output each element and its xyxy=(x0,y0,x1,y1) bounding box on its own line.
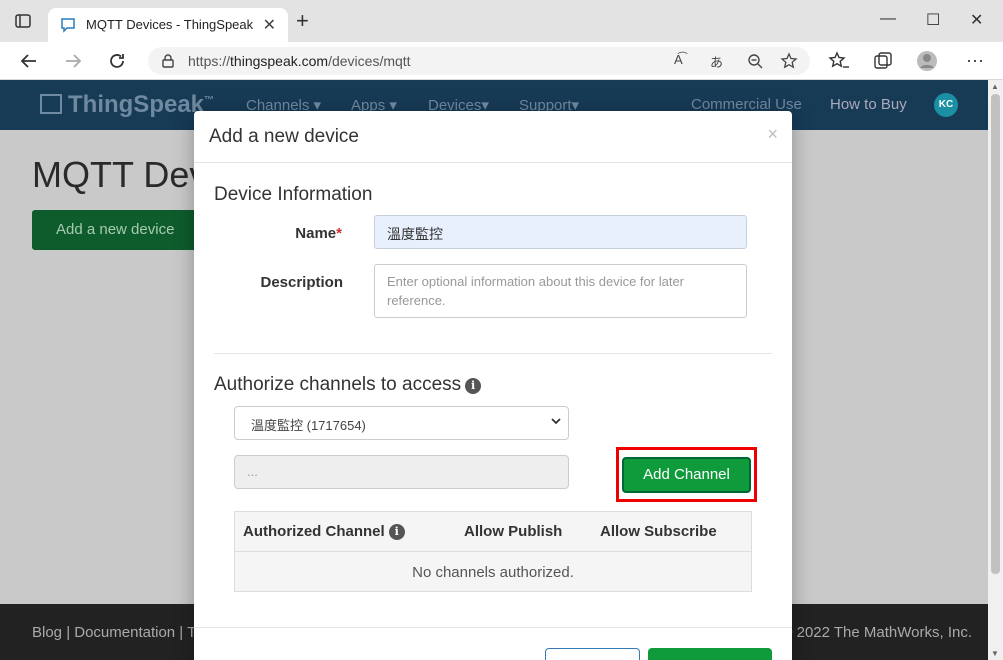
user-avatar[interactable]: KC xyxy=(934,93,958,117)
channel-readonly-input: ... xyxy=(234,455,569,489)
add-favorite-icon[interactable] xyxy=(780,52,798,70)
nav-how-to-buy[interactable]: How to Buy xyxy=(830,96,907,113)
close-icon[interactable]: × xyxy=(767,124,778,145)
add-new-device-button[interactable]: Add a new device xyxy=(32,210,202,250)
chevron-down-icon xyxy=(551,418,561,425)
th-allow-publish: Allow Publish xyxy=(464,523,563,540)
table-header-row: Authorized Channel i Allow Publish Allow … xyxy=(235,512,751,552)
lock-icon[interactable] xyxy=(160,53,176,69)
required-marker: * xyxy=(336,225,342,242)
url-text[interactable]: https://thingspeak.com/devices/mqtt xyxy=(188,53,411,69)
forward-icon[interactable] xyxy=(62,50,84,72)
minimize-icon[interactable]: — xyxy=(880,10,896,28)
add-channel-button[interactable]: Add Channel xyxy=(622,457,751,493)
browser-toolbar: https://thingspeak.com/devices/mqtt A͡ あ… xyxy=(0,42,1003,80)
device-name-input[interactable]: 溫度監控 xyxy=(374,215,747,249)
th-authorized-channel: Authorized Channel i xyxy=(243,523,405,540)
scroll-thumb[interactable] xyxy=(991,94,1000,574)
thingspeak-logo[interactable]: ThingSpeak™ xyxy=(40,91,214,119)
browser-tab-bar: MQTT Devices - ThingSpeak IoT ✕ + — ☐ ✕ xyxy=(0,0,1003,42)
more-menu-icon[interactable]: ··· xyxy=(966,50,988,72)
thingspeak-favicon-icon xyxy=(61,18,75,33)
description-textarea[interactable]: Enter optional information about this de… xyxy=(374,264,747,318)
tab-close-icon[interactable]: ✕ xyxy=(263,15,276,35)
close-window-icon[interactable]: ✕ xyxy=(970,10,983,30)
name-label: Name* xyxy=(295,225,342,242)
authorize-channels-heading: Authorize channels to access i xyxy=(214,374,482,396)
save-button[interactable] xyxy=(648,648,772,660)
info-icon[interactable]: i xyxy=(465,378,482,394)
tab-title: MQTT Devices - ThingSpeak IoT xyxy=(86,17,256,32)
modal-header: Add a new device × xyxy=(194,111,792,163)
zoom-icon[interactable] xyxy=(746,52,764,70)
footer-copyright: © 2022 The MathWorks, Inc. xyxy=(781,624,972,641)
back-icon[interactable] xyxy=(18,50,40,72)
add-device-modal: Add a new device × Device Information Na… xyxy=(194,111,792,660)
section-divider xyxy=(214,353,772,354)
read-aloud-icon[interactable]: A͡ xyxy=(674,52,692,70)
maximize-icon[interactable]: ☐ xyxy=(926,10,940,30)
modal-footer-divider xyxy=(194,627,792,628)
favorites-icon[interactable] xyxy=(828,50,850,72)
scroll-down-icon[interactable]: ▼ xyxy=(991,649,999,658)
page-scrollbar[interactable]: ▲ ▼ xyxy=(988,80,1003,660)
scroll-up-icon[interactable]: ▲ xyxy=(991,82,999,91)
translate-icon[interactable]: あ xyxy=(710,52,728,70)
channel-select-value: 溫度監控 (1717654) xyxy=(251,418,366,433)
tab-actions-icon[interactable] xyxy=(14,12,32,30)
table-empty-message: No channels authorized. xyxy=(412,564,574,581)
collections-icon[interactable] xyxy=(872,50,894,72)
profile-avatar-icon[interactable] xyxy=(916,50,938,72)
new-tab-icon[interactable]: + xyxy=(296,10,309,32)
browser-tab-active[interactable]: MQTT Devices - ThingSpeak IoT ✕ xyxy=(48,8,288,42)
refresh-icon[interactable] xyxy=(106,50,128,72)
device-information-heading: Device Information xyxy=(214,184,373,205)
cancel-button[interactable] xyxy=(545,648,640,660)
info-icon[interactable]: i xyxy=(388,524,405,540)
modal-title: Add a new device xyxy=(209,126,359,147)
address-bar[interactable]: https://thingspeak.com/devices/mqtt A͡ あ xyxy=(148,47,810,75)
th-allow-subscribe: Allow Subscribe xyxy=(600,523,717,540)
channel-select[interactable]: 溫度監控 (1717654) xyxy=(234,406,569,440)
speech-bubble-icon xyxy=(40,94,62,114)
description-label: Description xyxy=(260,274,343,291)
authorized-channels-table: Authorized Channel i Allow Publish Allow … xyxy=(234,511,752,592)
